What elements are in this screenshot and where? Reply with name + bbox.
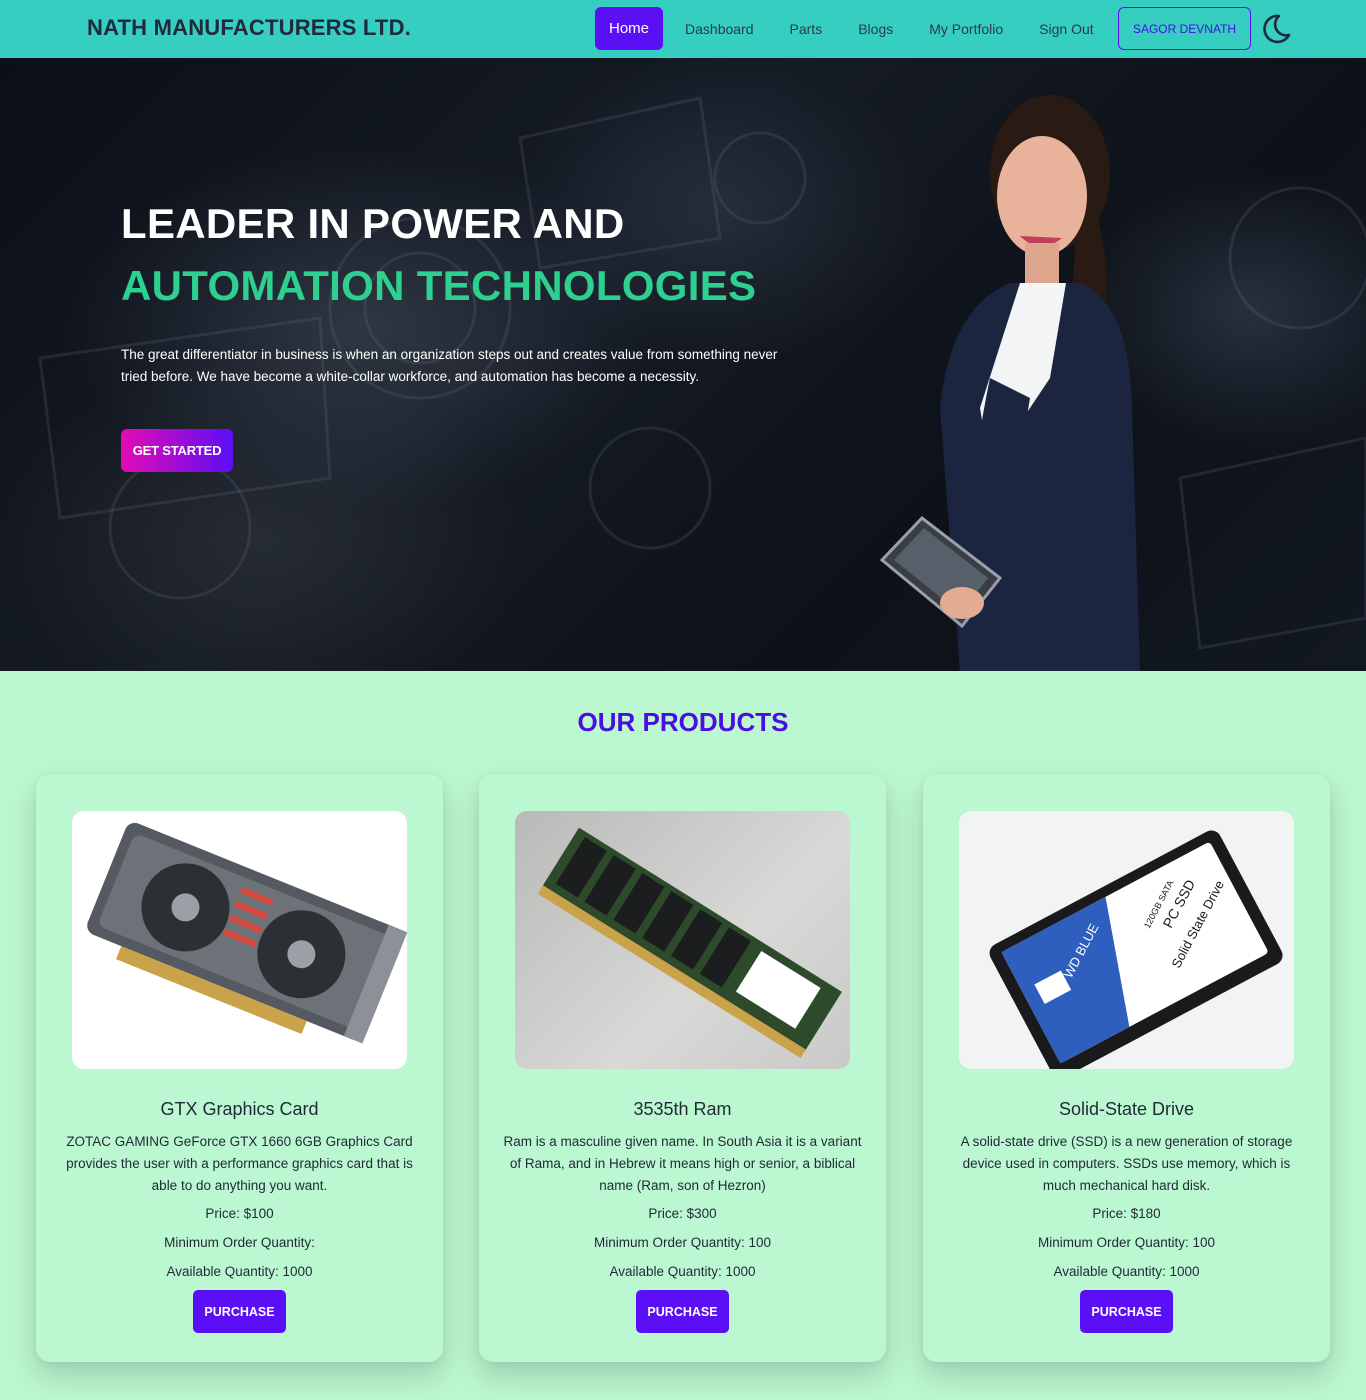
- user-name-button[interactable]: SAGOR DEVNATH: [1118, 7, 1251, 50]
- nav-home[interactable]: Home: [595, 7, 664, 50]
- product-available: Available Quantity: 1000: [1053, 1264, 1200, 1279]
- product-card-ram: 3535th Ram Ram is a masculine given name…: [479, 774, 886, 1362]
- moon-icon[interactable]: [1258, 11, 1294, 47]
- ram-module-image: [515, 811, 850, 1069]
- product-description: Ram is a masculine given name. In South …: [503, 1134, 862, 1193]
- hero-banner: LEADER IN POWER AND AUTOMATION TECHNOLOG…: [0, 58, 1366, 671]
- product-min-order: Minimum Order Quantity: 100: [1037, 1235, 1216, 1250]
- product-min-order: Minimum Order Quantity: 100: [593, 1235, 772, 1250]
- product-available: Available Quantity: 1000: [609, 1264, 756, 1279]
- purchase-button[interactable]: PURCHASE: [193, 1290, 286, 1333]
- nav-my-portfolio[interactable]: My Portfolio: [911, 7, 1021, 50]
- product-name: Solid-State Drive: [1058, 1099, 1195, 1119]
- navbar: NATH MANUFACTURERS LTD. Home Dashboard P…: [0, 0, 1366, 58]
- product-description: A solid-state drive (SSD) is a new gener…: [960, 1134, 1293, 1193]
- product-description: ZOTAC GAMING GeForce GTX 1660 6GB Graphi…: [66, 1134, 413, 1193]
- purchase-button[interactable]: PURCHASE: [1080, 1290, 1173, 1333]
- product-min-order: Minimum Order Quantity:: [164, 1235, 315, 1250]
- purchase-button[interactable]: PURCHASE: [636, 1290, 729, 1333]
- product-price: Price: $300: [648, 1206, 717, 1221]
- get-started-button[interactable]: GET STARTED: [121, 429, 233, 472]
- nav-links: Home Dashboard Parts Blogs My Portfolio …: [595, 7, 1112, 50]
- product-card-gpu: GTX Graphics Card ZOTAC GAMING GeForce G…: [36, 774, 443, 1362]
- products-section-title: OUR PRODUCTS: [577, 707, 789, 737]
- product-price: Price: $180: [1092, 1206, 1161, 1221]
- ssd-image: WD BLUE 120GB SATA PC SSD Solid State Dr…: [959, 811, 1294, 1069]
- nav-dashboard[interactable]: Dashboard: [667, 7, 772, 50]
- product-card-ssd: WD BLUE 120GB SATA PC SSD Solid State Dr…: [923, 774, 1330, 1362]
- businesswoman-image: [879, 95, 1140, 671]
- nav-parts[interactable]: Parts: [772, 7, 841, 50]
- nav-blogs[interactable]: Blogs: [840, 7, 911, 50]
- hero-description: The great differentiator in business is …: [121, 347, 778, 384]
- nav-sign-out[interactable]: Sign Out: [1021, 7, 1111, 50]
- product-available: Available Quantity: 1000: [166, 1264, 313, 1279]
- product-price: Price: $100: [205, 1206, 274, 1221]
- hero-title-line2: AUTOMATION TECHNOLOGIES: [121, 262, 757, 309]
- brand-logo[interactable]: NATH MANUFACTURERS LTD.: [87, 15, 411, 41]
- graphics-card-image: [72, 811, 407, 1069]
- hero-title-line1: LEADER IN POWER AND: [121, 200, 625, 247]
- product-name: GTX Graphics Card: [160, 1099, 319, 1119]
- product-name: 3535th Ram: [633, 1099, 732, 1119]
